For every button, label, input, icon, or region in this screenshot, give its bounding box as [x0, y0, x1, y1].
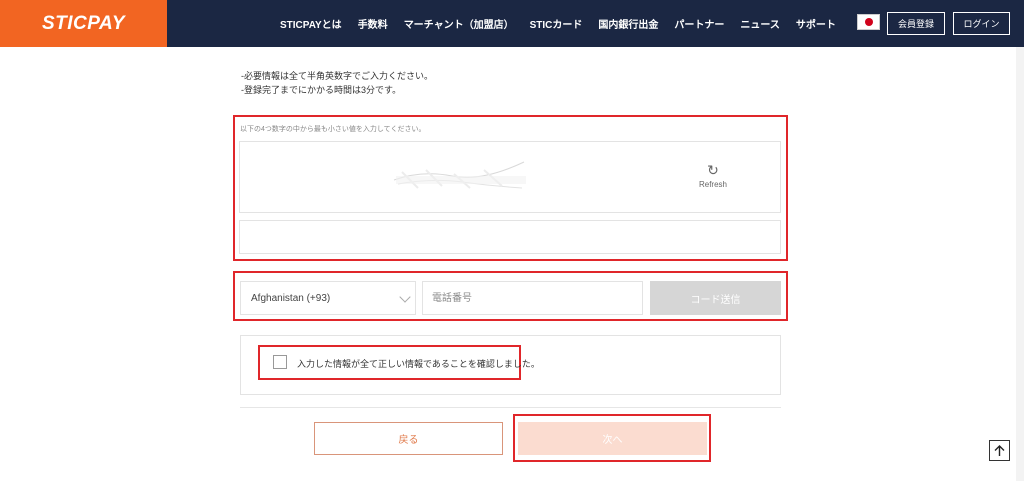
nav-item-partner[interactable]: パートナー — [674, 16, 724, 31]
note-time: -登録完了までにかかる時間は3分です。 — [241, 85, 402, 95]
confirm-label[interactable]: 入力した情報が全て正しい情報であることを確認しました。 — [297, 357, 540, 370]
refresh-label: Refresh — [698, 180, 727, 189]
send-code-button[interactable]: コード送信 — [650, 281, 781, 315]
next-button[interactable]: 次へ — [518, 422, 707, 455]
page-scrollbar[interactable] — [1016, 47, 1024, 481]
refresh-button[interactable]: ↻ Refresh — [689, 162, 737, 189]
captcha-image — [393, 161, 526, 189]
phone-number-input[interactable] — [422, 281, 643, 315]
country-code-value: Afghanistan (+93) — [251, 292, 331, 304]
back-button[interactable]: 戻る — [314, 422, 503, 455]
logo[interactable]: STICPAY — [0, 0, 167, 47]
nav-item-merchant[interactable]: マーチャント（加盟店） — [404, 16, 514, 31]
main-nav: STICPAYとは 手数料 マーチャント（加盟店） STICカード 国内銀行出金… — [280, 0, 852, 47]
nav-item-about[interactable]: STICPAYとは — [280, 16, 342, 31]
divider — [240, 407, 781, 408]
refresh-icon: ↻ — [707, 162, 719, 178]
nav-item-fees[interactable]: 手数料 — [358, 16, 388, 31]
scroll-to-top-button[interactable] — [989, 440, 1010, 461]
nav-item-domestic-withdrawal[interactable]: 国内銀行出金 — [598, 16, 658, 31]
chevron-down-icon — [399, 291, 411, 303]
register-button[interactable]: 会員登録 — [887, 12, 945, 35]
nav-item-news[interactable]: ニュース — [740, 16, 780, 31]
nav-item-card[interactable]: STICカード — [530, 16, 583, 31]
logo-text: STICPAY — [41, 12, 126, 34]
country-code-select[interactable]: Afghanistan (+93) — [240, 281, 416, 315]
login-button[interactable]: ログイン — [953, 12, 1010, 35]
flag-circle — [864, 18, 873, 26]
arrow-up-icon — [994, 444, 1005, 456]
japan-flag-icon[interactable] — [857, 14, 880, 30]
captcha-hint: 以下の4つ数字の中から最も小さい値を入力してください。 — [240, 126, 426, 133]
nav-item-support[interactable]: サポート — [796, 16, 836, 31]
site-header: STICPAY STICPAYとは 手数料 マーチャント（加盟店） STICカー… — [0, 0, 1024, 47]
confirm-checkbox[interactable] — [273, 355, 287, 369]
captcha-input[interactable] — [239, 220, 781, 254]
note-halfwidth: -必要情報は全て半角英数字でご入力ください。 — [241, 71, 433, 81]
registration-page: STICPAY STICPAYとは 手数料 マーチャント（加盟店） STICカー… — [0, 0, 1024, 481]
